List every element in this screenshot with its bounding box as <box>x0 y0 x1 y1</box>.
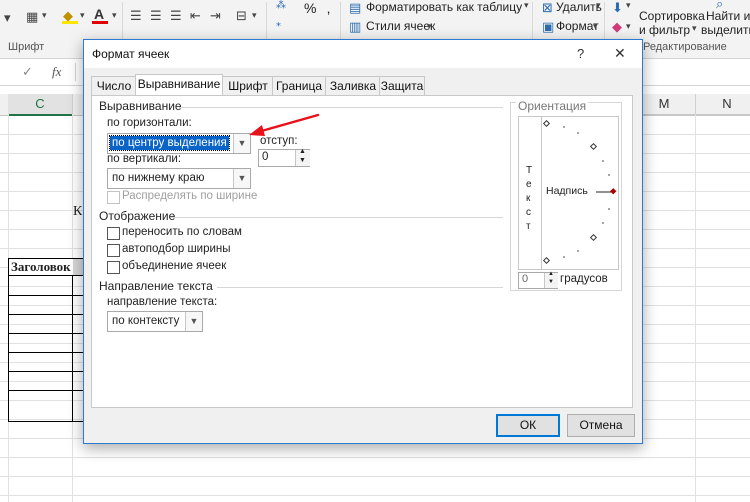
annotation-arrow <box>249 113 320 136</box>
